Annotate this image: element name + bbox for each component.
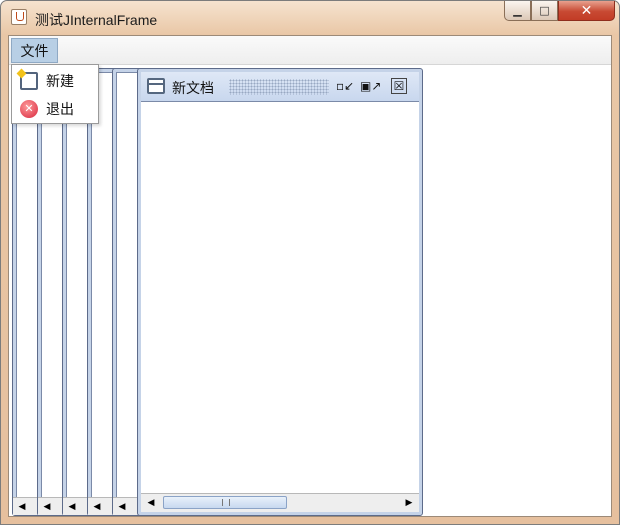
maximize-frame-button[interactable]: ▣↗ (360, 78, 381, 94)
scroll-left-arrow-icon[interactable]: ◀ (16, 501, 28, 513)
new-document-icon (20, 72, 38, 90)
maximize-button[interactable]: □ (531, 1, 558, 21)
thumb-grip-icon (222, 499, 230, 506)
scroll-left-arrow-icon[interactable]: ◀ (143, 495, 159, 511)
internal-frame-titlebar[interactable]: 新文档 ▫↙ ▣↗ ☒ (141, 72, 419, 102)
menu-file[interactable]: 文件 (11, 38, 58, 63)
menu-item-label: 新建 (46, 74, 74, 90)
iconify-button[interactable]: ▫↙ (336, 78, 354, 94)
menu-bar: 文件 (9, 36, 611, 65)
scroll-left-arrow-icon[interactable]: ◀ (116, 501, 128, 513)
scroll-right-arrow-icon[interactable]: ▶ (401, 495, 417, 511)
internal-frame-title: 新文档 (172, 81, 214, 97)
java-app-icon (11, 9, 27, 25)
close-frame-button[interactable]: ☒ (391, 78, 407, 94)
file-menu-popup: 新建 ✕ 退出 (11, 64, 99, 124)
menu-item-label: 退出 (46, 102, 74, 118)
document-content-area[interactable] (141, 102, 419, 494)
titlebar-grip-texture (229, 79, 329, 95)
scrollbar-thumb[interactable] (163, 496, 287, 509)
desktop-pane: ◀ ◀ ◀ ◀ ◀ 新文档 ▫↙ ▣↗ ☒ ◀ ▶ (9, 65, 611, 516)
window-title: 测试JInternalFrame (35, 12, 158, 28)
horizontal-scrollbar[interactable]: ◀ ▶ (141, 493, 419, 512)
exit-icon: ✕ (20, 100, 38, 118)
window-controls: ▁ □ ✕ (504, 1, 615, 23)
menu-item-new[interactable]: 新建 (12, 67, 98, 95)
minimize-button[interactable]: ▁ (504, 1, 531, 21)
menu-item-exit[interactable]: ✕ 退出 (12, 95, 98, 123)
internal-frame-front[interactable]: 新文档 ▫↙ ▣↗ ☒ ◀ ▶ (137, 68, 423, 516)
window-titlebar[interactable]: 测试JInternalFrame ▁ □ ✕ (1, 1, 619, 35)
scroll-left-arrow-icon[interactable]: ◀ (41, 501, 53, 513)
application-window: 测试JInternalFrame ▁ □ ✕ 文件 ◀ ◀ ◀ ◀ ◀ 新文档 … (0, 0, 620, 525)
document-window-icon (147, 78, 165, 94)
scroll-left-arrow-icon[interactable]: ◀ (91, 501, 103, 513)
scroll-left-arrow-icon[interactable]: ◀ (66, 501, 78, 513)
close-button[interactable]: ✕ (558, 1, 615, 21)
